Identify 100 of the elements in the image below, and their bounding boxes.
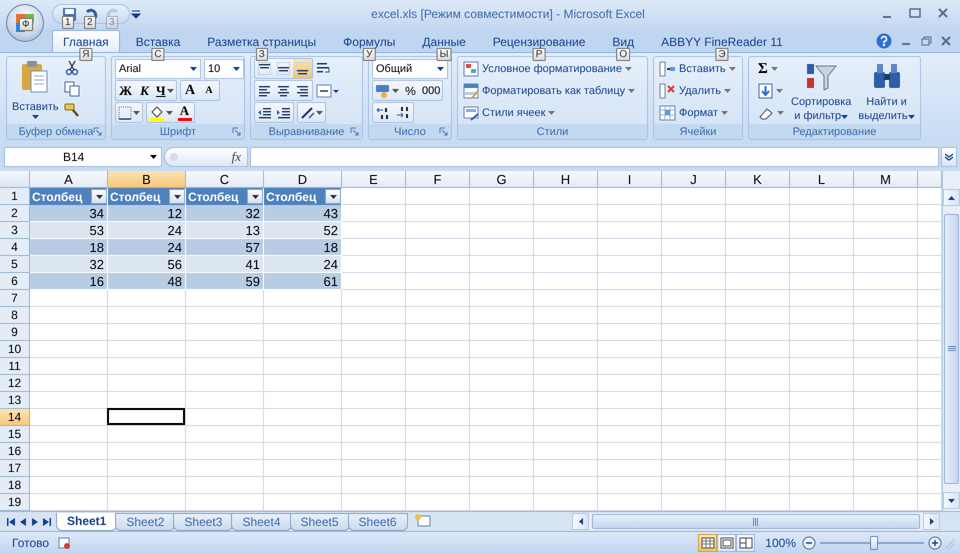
next-sheet-icon[interactable] <box>30 516 40 526</box>
italic-button[interactable]: К <box>135 81 154 100</box>
row-header[interactable]: 1 <box>0 188 30 205</box>
font-color-button[interactable]: A <box>175 103 194 122</box>
expand-formula-button[interactable] <box>941 147 957 167</box>
percent-button[interactable]: % <box>401 81 420 100</box>
shrink-font-button[interactable]: A <box>200 81 219 100</box>
sheet-tab[interactable]: Sheet3 <box>173 512 234 530</box>
zoom-slider-thumb[interactable] <box>870 536 878 550</box>
row-header[interactable]: 7 <box>0 290 30 307</box>
filter-button[interactable] <box>325 189 341 204</box>
scroll-up-button[interactable] <box>943 189 960 206</box>
cells-menu-button[interactable]: Удалить <box>657 80 738 101</box>
column-header[interactable]: D <box>264 171 342 188</box>
formula-input[interactable] <box>250 147 939 167</box>
vertical-align-button[interactable] <box>255 59 274 78</box>
row-header[interactable]: 13 <box>0 392 30 409</box>
grow-font-button[interactable]: A <box>180 81 200 100</box>
vertical-align-button[interactable] <box>293 59 312 78</box>
row-header[interactable]: 3 <box>0 222 30 239</box>
row-header[interactable]: 12 <box>0 375 30 392</box>
column-header[interactable]: F <box>406 171 470 188</box>
number-format-field[interactable]: Общий <box>372 58 448 78</box>
insert-function-button[interactable]: fx <box>232 149 241 165</box>
row-header[interactable]: 11 <box>0 358 30 375</box>
view-button[interactable] <box>736 534 756 552</box>
close-icon[interactable] <box>940 35 952 47</box>
row-header[interactable]: 19 <box>0 494 30 511</box>
row-header[interactable]: 14 <box>0 409 30 426</box>
cells-menu-button[interactable]: Формат <box>657 102 738 123</box>
dialog-launcher-icon[interactable] <box>350 127 359 136</box>
dialog-launcher-icon[interactable] <box>232 127 241 136</box>
dialog-launcher-icon[interactable] <box>93 127 102 136</box>
row-header[interactable]: 17 <box>0 460 30 477</box>
row-header[interactable]: 10 <box>0 341 30 358</box>
font-size-field[interactable]: 10 <box>204 58 244 78</box>
column-header[interactable]: J <box>662 171 726 188</box>
styles-menu-button[interactable]: Условное форматирование <box>461 58 638 79</box>
view-button[interactable] <box>698 534 718 552</box>
customize-icon[interactable] <box>130 8 142 20</box>
vertical-align-button[interactable] <box>274 59 293 78</box>
column-header[interactable]: M <box>854 171 918 188</box>
filter-button[interactable] <box>169 189 185 204</box>
column-header[interactable]: L <box>790 171 854 188</box>
column-header[interactable]: C <box>186 171 264 188</box>
row-header[interactable]: 16 <box>0 443 30 460</box>
sheet-tab[interactable]: Sheet2 <box>115 512 176 530</box>
view-button[interactable] <box>717 534 736 552</box>
copy-icon[interactable] <box>64 81 80 97</box>
find-select-button[interactable]: Найти и выделить <box>856 58 917 123</box>
scrollbar-thumb[interactable] <box>944 214 959 484</box>
scroll-left-button[interactable] <box>572 513 589 530</box>
sheet-tab[interactable]: Sheet1 <box>56 512 118 530</box>
column-header[interactable]: E <box>342 171 406 188</box>
underline-button[interactable]: Ч <box>154 81 176 100</box>
sheet-tab[interactable]: Sheet4 <box>231 512 292 530</box>
bold-button[interactable]: Ж <box>116 81 135 100</box>
merge-cells-icon[interactable] <box>316 82 340 98</box>
styles-menu-button[interactable]: Стили ячеек <box>461 102 638 123</box>
row-header[interactable]: 8 <box>0 307 30 324</box>
select-all-button[interactable] <box>0 171 30 188</box>
first-sheet-icon[interactable] <box>6 516 16 526</box>
thousands-button[interactable]: 000 <box>420 81 442 100</box>
styles-menu-button[interactable]: Форматировать как таблицу <box>461 80 638 101</box>
autosum-button[interactable]: Σ <box>756 58 786 79</box>
row-header[interactable]: 9 <box>0 324 30 341</box>
column-header[interactable]: B <box>108 171 186 188</box>
scrollbar-thumb[interactable] <box>592 514 920 529</box>
column-header[interactable]: I <box>598 171 662 188</box>
new-sheet-icon[interactable] <box>414 513 432 527</box>
row-header[interactable]: 4 <box>0 239 30 256</box>
scroll-right-button[interactable] <box>923 513 940 530</box>
row-header[interactable]: 15 <box>0 426 30 443</box>
last-sheet-icon[interactable] <box>42 516 52 526</box>
column-header[interactable]: G <box>470 171 534 188</box>
help-icon[interactable] <box>876 33 892 49</box>
row-header[interactable]: 2 <box>0 205 30 222</box>
row-header[interactable]: 18 <box>0 477 30 494</box>
cells-menu-button[interactable]: Вставить <box>657 58 738 79</box>
filter-button[interactable] <box>91 189 107 204</box>
row-header[interactable]: 6 <box>0 273 30 290</box>
font-name-field[interactable]: Arial <box>115 58 201 78</box>
filter-button[interactable] <box>247 189 263 204</box>
name-box[interactable]: B14 <box>4 147 162 167</box>
dialog-launcher-icon[interactable] <box>439 127 448 136</box>
sheet-tab[interactable]: Sheet6 <box>348 512 408 530</box>
restore-icon[interactable] <box>920 35 932 47</box>
scroll-down-button[interactable] <box>943 492 960 509</box>
row-header[interactable]: 5 <box>0 256 30 273</box>
scissors-icon[interactable] <box>64 60 80 76</box>
column-header[interactable]: A <box>30 171 108 188</box>
column-header[interactable]: H <box>534 171 598 188</box>
sort-filter-button[interactable]: Сортировка и фильтр <box>789 58 854 123</box>
zoom-out-icon[interactable] <box>802 536 816 550</box>
zoom-in-icon[interactable] <box>928 536 942 550</box>
column-header[interactable]: K <box>726 171 790 188</box>
previous-sheet-icon[interactable] <box>18 516 28 526</box>
paste-button[interactable]: Вставить <box>10 58 61 123</box>
sheet-tab[interactable]: Sheet5 <box>290 512 350 530</box>
paintbrush-icon[interactable] <box>64 102 80 118</box>
